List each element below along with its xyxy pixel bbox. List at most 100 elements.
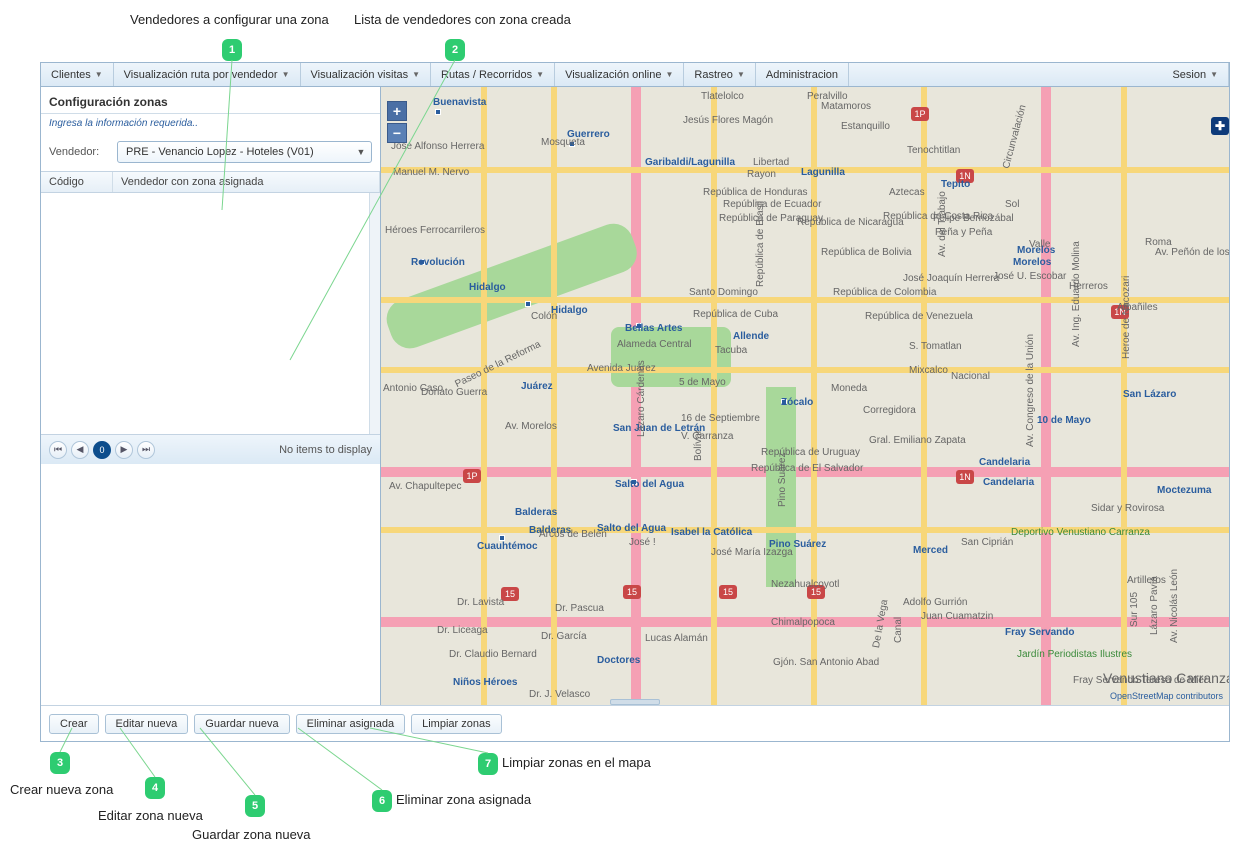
map-label-santonio: Gjón. San Antonio Abad — [773, 657, 879, 668]
eliminar-asignada-button[interactable]: Eliminar asignada — [296, 714, 405, 734]
map-label-libertad: Libertad — [753, 157, 789, 168]
map-label-fst: Fray Servando Teresa de Mier — [1073, 675, 1207, 686]
map-label-drlavista: Dr. Lavista — [457, 597, 504, 608]
menu-online[interactable]: Visualización online▼ — [555, 63, 684, 86]
zoom-in-button[interactable]: + — [387, 101, 407, 121]
guardar-nueva-button[interactable]: Guardar nueva — [194, 714, 289, 734]
metro-marker — [435, 109, 441, 115]
pager-page-0[interactable]: 0 — [93, 441, 111, 459]
map-label-bellasartes: Bellas Artes — [625, 323, 682, 334]
callout-1: 1 — [222, 39, 242, 61]
callout-7: 7 — [478, 753, 498, 775]
map-label-revolucion: Revolución — [411, 257, 465, 268]
route-shield: 15 — [623, 585, 641, 599]
menu-ruta-vendedor[interactable]: Visualización ruta por vendedor▼ — [114, 63, 301, 86]
pager-next-button[interactable]: ▶ — [115, 441, 133, 459]
map-label-lazarocard: Lázaro Cárdenas — [636, 360, 647, 437]
map-label-repsal: República de El Salvador — [751, 463, 863, 474]
road-main-ns2 — [1041, 87, 1051, 705]
col-codigo[interactable]: Código — [41, 172, 113, 192]
map-expand-button[interactable]: ✚ — [1211, 117, 1229, 135]
map-label-zocalo: Zócalo — [781, 397, 813, 408]
map-label-merced: Merced — [913, 545, 948, 556]
map-label-drgarcia: Dr. García — [541, 631, 587, 642]
map-label-repbrasil: República de Brasil — [755, 201, 766, 287]
map-label-juescobar: José U. Escobar — [993, 271, 1066, 282]
map-label-congreso: Av. Congreso de la Unión — [1025, 334, 1036, 447]
map-label-vcarranza2: V. Carranza — [681, 431, 733, 442]
map-attribution: OpenStreetMap contributors — [1110, 691, 1223, 701]
map-label-moneda: Moneda — [831, 383, 867, 394]
chevron-down-icon: ▼ — [412, 70, 420, 79]
map-label-isabel: Isabel la Católica — [671, 527, 752, 538]
pager-status: No items to display — [279, 444, 372, 456]
map-label-lagunilla: Lagunilla — [801, 167, 845, 178]
editar-nueva-button[interactable]: Editar nueva — [105, 714, 189, 734]
map-label-arcos: Arcos de Belen — [539, 529, 607, 540]
menu-admin[interactable]: Administracion — [756, 63, 849, 86]
zoom-out-button[interactable]: − — [387, 123, 407, 143]
crear-button[interactable]: Crear — [49, 714, 99, 734]
map-label-canal: Canal — [893, 617, 904, 643]
menu-rastreo-label: Rastreo — [694, 69, 733, 81]
splitter-handle[interactable] — [610, 699, 660, 705]
map-label-ninos: Niños Héroes — [453, 677, 517, 688]
menu-admin-label: Administracion — [766, 69, 838, 81]
map-label-pinosuarez-street: Pino Suárez — [777, 453, 788, 507]
chevron-down-icon: ▼ — [536, 70, 544, 79]
map-label-chimal: Chimalpopoca — [771, 617, 835, 628]
annotation-editar: Editar zona nueva — [98, 808, 203, 823]
pager-last-button[interactable]: ⏭ — [137, 441, 155, 459]
road-y3 — [381, 367, 1229, 373]
map-label-tacuba: Tacuba — [715, 345, 747, 356]
map-label-mixcalco: Mixcalco — [909, 365, 948, 376]
menu-clientes[interactable]: Clientes▼ — [41, 63, 114, 86]
map-label-mmnervo: Manuel M. Nervo — [393, 167, 469, 178]
map-label-lucasa: Lucas Alamán — [645, 633, 708, 644]
map-label-repbolivia: República de Bolivia — [821, 247, 912, 258]
metro-marker — [525, 301, 531, 307]
chevron-down-icon: ▼ — [737, 70, 745, 79]
map-label-juancuam: Juan Cuamatzin — [921, 611, 993, 622]
map-label-depvc: Deportivo Venustiano Carranza — [1011, 527, 1150, 538]
callout-4: 4 — [145, 777, 165, 799]
chevron-down-icon: ▼ — [282, 70, 290, 79]
map-label-sancipran: San Ciprián — [961, 537, 1013, 548]
park-paseo — [381, 218, 642, 354]
menu-rastreo[interactable]: Rastreo ▼ — [684, 63, 755, 86]
pager-first-button[interactable]: ⏮ — [49, 441, 67, 459]
map-label-antonio_caso: Antonio Caso — [383, 383, 443, 394]
app-frame: Clientes▼ Visualización ruta por vendedo… — [40, 62, 1230, 742]
annotation-eliminar: Eliminar zona asignada — [396, 792, 531, 807]
map-label-eduardo_molina: Av. Ing. Eduardo Molina — [1071, 241, 1082, 347]
map-panel[interactable]: 1P 15 15 15 15 1N 1P 1N 1N Buenavista Gu… — [381, 87, 1229, 705]
map-label-lazaropav: Lázaro Pavía — [1149, 576, 1160, 635]
map-label-penonbanos: Av. Peñón de los Baños — [1155, 247, 1229, 258]
map-label-16sept: 16 de Septiembre — [681, 413, 760, 424]
map-label-repcuba: República de Cuba — [693, 309, 778, 320]
callout-5: 5 — [245, 795, 265, 817]
limpiar-zonas-button[interactable]: Limpiar zonas — [411, 714, 501, 734]
map-label-10mayo: 10 de Mayo — [1037, 415, 1091, 426]
map-label-matamoros: Matamoros — [821, 101, 871, 112]
content-row: Configuración zonas Ingresa la informaci… — [41, 87, 1229, 705]
map-label-allende: Allende — [733, 331, 769, 342]
map-label-jose_l: José ! — [629, 537, 656, 548]
menu-sesion[interactable]: Sesion▼ — [1162, 63, 1229, 86]
map-label-frayservando: Fray Servando — [1005, 627, 1074, 638]
map-label-rayon: Rayon — [747, 169, 776, 180]
menu-online-label: Visualización online — [565, 69, 661, 81]
map-label-artilleros: Artilleros — [1127, 575, 1166, 586]
menu-visitas[interactable]: Visualización visitas▼ — [301, 63, 432, 86]
vendedor-select[interactable]: PRE - Venancio Lopez - Hoteles (V01) ▼ — [117, 141, 372, 163]
menu-rutas-recorridos[interactable]: Rutas / Recorridos▼ — [431, 63, 555, 86]
grid-body — [41, 193, 380, 434]
annotation-lista-vendedores: Lista de vendedores con zona creada — [354, 12, 571, 27]
pager-prev-button[interactable]: ◀ — [71, 441, 89, 459]
map-label-floresmag: Jesús Flores Magón — [683, 115, 773, 126]
map-label-doctores: Doctores — [597, 655, 640, 666]
col-vendedor-zona[interactable]: Vendedor con zona asignada — [113, 172, 380, 192]
zoom-control: + − — [387, 101, 407, 143]
menu-clientes-label: Clientes — [51, 69, 91, 81]
annotation-guardar: Guardar zona nueva — [192, 827, 311, 842]
